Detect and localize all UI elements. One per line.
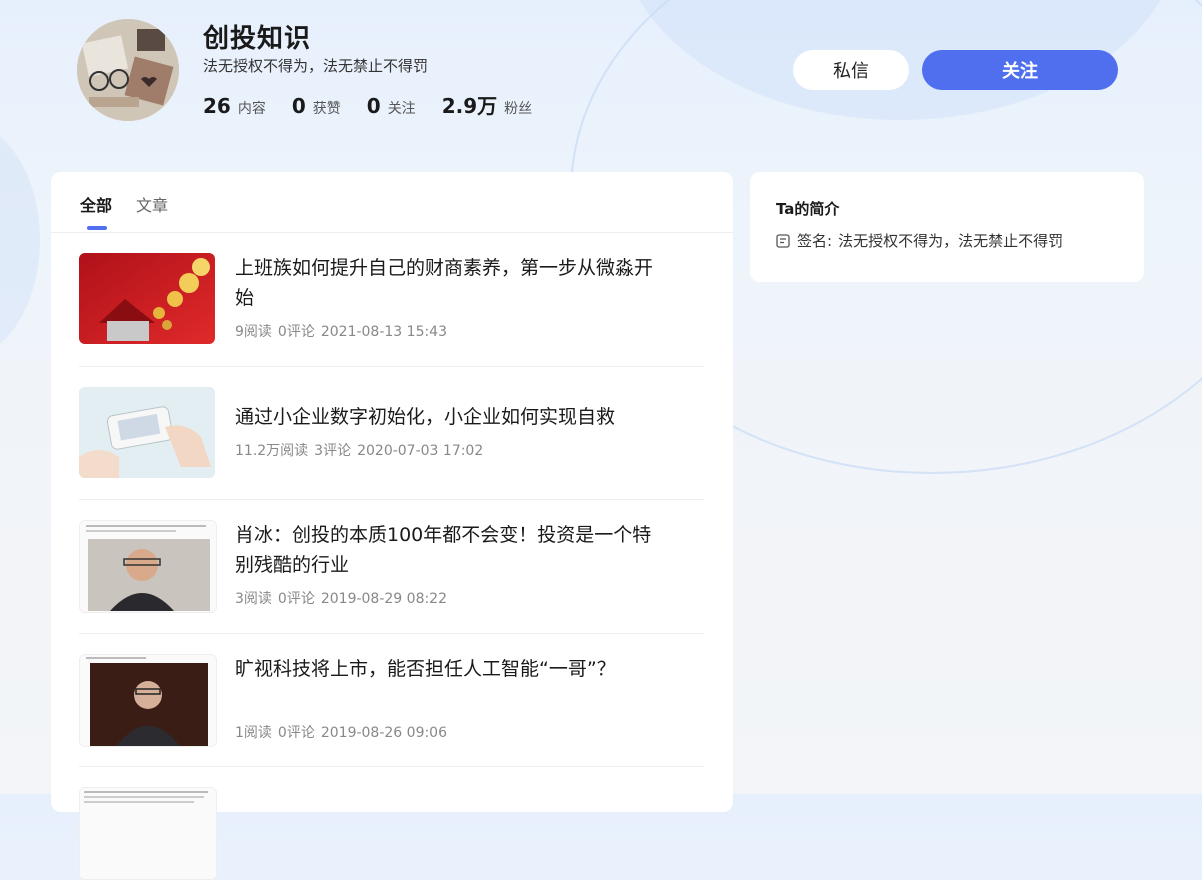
stat-label: 内容 (237, 101, 266, 117)
stat-value: 0 (291, 94, 306, 118)
article-meta: 11.2万阅读 3评论 2020-07-03 17:02 (235, 440, 489, 460)
publish-date: 2019-08-29 08:22 (320, 591, 448, 607)
follow-button[interactable]: 关注 (922, 50, 1118, 90)
document-icon (776, 233, 790, 248)
portrait-icon[interactable] (79, 654, 217, 747)
article-meta: 1阅读 0评论 2019-08-26 09:06 (235, 722, 453, 742)
stat-label: 粉丝 (504, 101, 533, 117)
stat-likes: 0 获赞 (292, 94, 341, 118)
profile-signature: 法无授权不得为，法无禁止不得罚 (203, 57, 429, 75)
publish-date: 2020-07-03 17:02 (357, 443, 484, 459)
article-item[interactable] (79, 787, 704, 880)
stat-label: 获赞 (312, 101, 341, 117)
stat-value: 26 (203, 94, 231, 118)
house-coins-icon[interactable] (79, 253, 215, 344)
document-icon[interactable] (79, 787, 217, 880)
intro-title: Ta的简介 (776, 200, 840, 218)
read-count: 1阅读 (235, 725, 272, 741)
stat-value: 2.9万 (441, 94, 498, 118)
comment-count: 0评论 (277, 725, 315, 741)
publish-date: 2019-08-26 09:06 (320, 725, 448, 741)
signature-label: 签名: (797, 232, 833, 250)
publish-date: 2021-08-13 15:43 (320, 324, 448, 340)
article-item[interactable]: 通过小企业数字初始化，小企业如何实现自救 11.2万阅读 3评论 2020-07-0… (79, 387, 704, 500)
phone-hand-icon[interactable] (79, 387, 215, 478)
stat-content[interactable]: 26 内容 (203, 94, 266, 118)
profile-intro-card: Ta的简介 签名: 法无授权不得为，法无禁止不得罚 (750, 172, 1144, 282)
article-meta: 3阅读 0评论 2019-08-29 08:22 (235, 588, 453, 608)
portrait-icon[interactable] (79, 520, 217, 613)
content-tabs: 全部 文章 (51, 172, 733, 233)
article-title[interactable]: 肖冰：创投的本质100年都不会变！投资是一个特别残酷的行业 (235, 520, 655, 580)
avatar[interactable] (77, 19, 179, 121)
profile-header: 创投知识 法无授权不得为，法无禁止不得罚 26 内容 0 获赞 0 关注 2.9… (0, 0, 1202, 160)
article-item[interactable]: 肖冰：创投的本质100年都不会变！投资是一个特别残酷的行业 3阅读 0评论 2019… (79, 520, 704, 634)
comment-count: 0评论 (277, 324, 315, 340)
read-count: 11.2万阅读 (235, 443, 309, 459)
profile-name: 创投知识 (203, 24, 312, 54)
profile-stats: 26 内容 0 获赞 0 关注 2.9万 粉丝 (203, 90, 558, 119)
article-title[interactable]: 旷视科技将上市，能否担任人工智能“一哥”？ (235, 654, 655, 684)
stat-following[interactable]: 0 关注 (367, 94, 416, 118)
signature-row: 签名: 法无授权不得为，法无禁止不得罚 (776, 230, 1063, 251)
article-item[interactable]: 上班族如何提升自己的财商素养，第一步从微淼开始 9阅读 0评论 2021-08-13… (79, 253, 704, 367)
read-count: 9阅读 (235, 324, 272, 340)
article-title[interactable]: 上班族如何提升自己的财商素养，第一步从微淼开始 (235, 253, 655, 313)
stat-followers[interactable]: 2.9万 粉丝 (442, 90, 532, 119)
stat-value: 0 (366, 94, 381, 118)
signature-value: 法无授权不得为，法无禁止不得罚 (838, 232, 1064, 250)
stat-label: 关注 (387, 101, 416, 117)
comment-count: 3评论 (314, 443, 352, 459)
article-meta: 9阅读 0评论 2021-08-13 15:43 (235, 321, 453, 341)
active-tab-indicator (87, 226, 107, 230)
tab-articles[interactable]: 文章 (136, 192, 168, 216)
tab-all[interactable]: 全部 (80, 192, 112, 216)
comment-count: 0评论 (277, 591, 315, 607)
article-list-card: 全部 文章 上班族如何提升自己的财商素养，第一步从微淼开始 9阅读 0评论 2021… (51, 172, 733, 880)
message-button[interactable]: 私信 (793, 50, 909, 90)
article-item[interactable]: 旷视科技将上市，能否担任人工智能“一哥”？ 1阅读 0评论 2019-08-26 0… (79, 654, 704, 767)
article-title[interactable]: 通过小企业数字初始化，小企业如何实现自救 (235, 402, 655, 432)
read-count: 3阅读 (235, 591, 272, 607)
